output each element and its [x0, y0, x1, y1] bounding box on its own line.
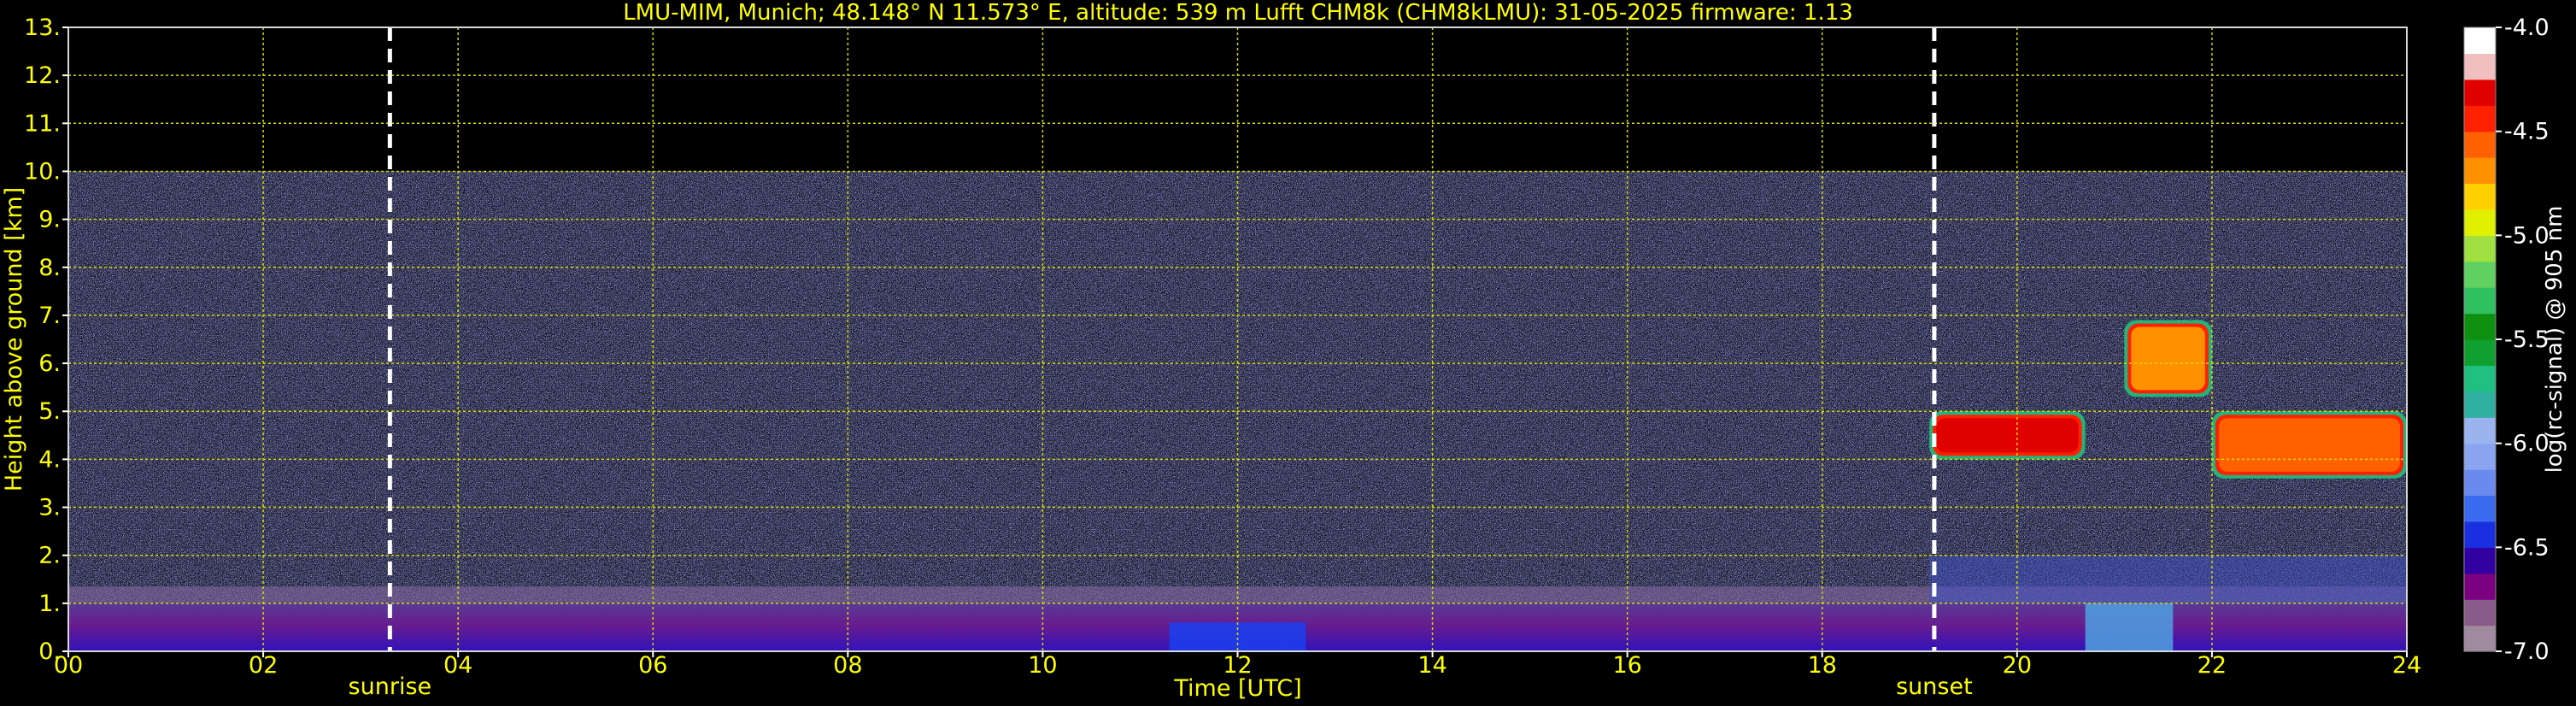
- y-tick-label: 10.: [24, 158, 61, 185]
- evening-precip: [2085, 603, 2174, 651]
- colorbar-segment: [2464, 53, 2496, 80]
- x-tick-label: 24: [2392, 652, 2421, 679]
- y-tick-label: 4.: [38, 446, 61, 473]
- x-tick-label: 08: [833, 652, 862, 679]
- y-tick-label: 2.: [38, 543, 61, 569]
- x-tick-label: 04: [443, 652, 472, 679]
- cloud-feature: [2211, 411, 2407, 479]
- cloud-feature: [1929, 411, 2086, 460]
- colorbar-segment: [2464, 443, 2496, 470]
- colorbar-segment: [2464, 209, 2496, 236]
- x-axis-label: Time [UTC]: [1173, 675, 1301, 702]
- colorbar-segment: [2464, 79, 2496, 106]
- cloud-core: [1936, 418, 2079, 453]
- y-tick-label: 13.: [24, 15, 61, 41]
- colorbar-segment: [2464, 547, 2496, 574]
- colorbar-segment: [2464, 495, 2496, 522]
- y-tick-label: 0.: [38, 638, 61, 665]
- colorbar-segment: [2464, 261, 2496, 288]
- colorbar: -4.0-4.5-5.0-5.5-6.0-6.5-7.0: [2463, 15, 2550, 665]
- colorbar-segment: [2464, 625, 2496, 652]
- colorbar-segment: [2464, 27, 2496, 55]
- y-tick-label: 8.: [38, 255, 61, 281]
- y-tick-label: 7.: [38, 303, 61, 329]
- colorbar-segment: [2464, 157, 2496, 185]
- y-tick-label: 6.: [38, 350, 61, 377]
- colorbar-tick-label: -4.5: [2504, 119, 2550, 145]
- colorbar-segment: [2464, 521, 2496, 548]
- ceilometer-chart: sunrise sunset 00 02 04 06 08 10 12 14 16 18 20 22 24…: [1, 0, 2567, 702]
- colorbar-segment: [2464, 235, 2496, 262]
- colorbar-segment: [2464, 313, 2496, 340]
- x-tick-label: 06: [638, 652, 667, 679]
- colorbar-segment: [2464, 365, 2496, 392]
- colorbar-segment: [2464, 131, 2496, 158]
- sun-marker-label: sunrise: [349, 674, 432, 700]
- colorbar-tick-label: -4.0: [2504, 15, 2550, 41]
- colorbar-segment: [2464, 183, 2496, 210]
- colorbar-segment: [2464, 469, 2496, 497]
- colorbar-segment: [2464, 287, 2496, 315]
- x-tick-label: 02: [249, 652, 278, 679]
- cloud-core: [2131, 327, 2205, 391]
- colorbar-segment: [2464, 599, 2496, 627]
- cloud-core: [2218, 418, 2400, 472]
- y-axis-label: Height above ground [km]: [1, 187, 27, 491]
- x-tick-label: 22: [2198, 652, 2227, 679]
- x-tick-label: 18: [1808, 652, 1837, 679]
- colorbar-tick-label: -7.0: [2504, 638, 2550, 665]
- y-tick-label: 11.: [24, 110, 61, 137]
- y-tick-label: 1.: [38, 591, 61, 617]
- boundary-layer-highlight: [1169, 622, 1306, 651]
- colorbar-segment: [2464, 339, 2496, 367]
- colorbar-segment: [2464, 573, 2496, 600]
- chart-title: LMU-MIM, Munich; 48.148° N 11.573° E, al…: [623, 0, 1853, 26]
- sun-marker-label: sunset: [1896, 674, 1973, 700]
- x-tick-label: 20: [2003, 652, 2032, 679]
- colorbar-segment: [2464, 105, 2496, 132]
- y-tick-label: 12.: [24, 62, 61, 89]
- y-tick-label: 9.: [38, 207, 61, 233]
- x-tick-label: 16: [1612, 652, 1641, 679]
- cloud-feature: [2124, 320, 2212, 397]
- y-tick-label: 5.: [38, 398, 61, 425]
- x-tick-label: 10: [1028, 652, 1057, 679]
- colorbar-tick-label: -6.5: [2504, 534, 2550, 561]
- evening-aerosol: [1929, 555, 2407, 603]
- colorbar-segment: [2464, 391, 2496, 418]
- y-tick-label: 3.: [38, 495, 61, 521]
- colorbar-label: log(rc-signal) @ 905 nm: [2542, 206, 2567, 474]
- x-tick-label: 14: [1417, 652, 1446, 679]
- colorbar-segment: [2464, 417, 2496, 444]
